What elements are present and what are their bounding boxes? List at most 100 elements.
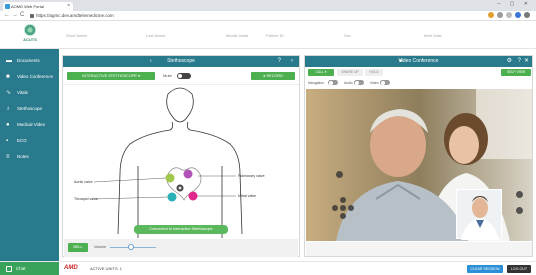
record-button[interactable]: ● RECORD [251,72,295,80]
sidebar-item-label: Video Conference [17,74,53,79]
aortic-valve-marker[interactable] [165,173,175,183]
sidebar-item-label: ECG [17,138,27,143]
extension-icon[interactable] [497,12,503,18]
doctor-thumbnail-svg [461,196,499,240]
tab-call[interactable]: CALL ▾ [308,69,334,76]
notes-icon: ≡ [6,154,10,160]
pan-left-icon[interactable] [332,205,338,211]
bell-button[interactable]: BELL [68,243,88,252]
back-icon[interactable]: ← [4,12,10,18]
lock-icon [30,14,34,18]
chat-icon [6,266,12,272]
help-icon[interactable]: ? [518,56,521,67]
audio-toggle[interactable] [354,80,364,85]
chat-button[interactable]: Chat [0,262,59,275]
navigation-toggle[interactable] [328,80,338,85]
sidebar-item-documents[interactable]: ▬ Documents [0,54,59,68]
header-field-sex: Sex [344,33,351,38]
stethoscope-title: Stethoscope [167,58,195,64]
video-toggles: Navigation Audio Video [308,80,428,87]
amd-logo: AMD [64,265,78,271]
app-header: ACUTS Short Name Last Name Middle Initia… [0,21,536,49]
record-label: RECORD [266,74,283,78]
menu-icon[interactable] [524,12,530,18]
video-header-icon: ■ [399,58,403,64]
sidebar-item-notes[interactable]: ≡ Notes [0,150,59,164]
tab-share-up[interactable]: SHARE UP [337,69,363,76]
sidebar-item-label: Stethoscope [17,106,43,111]
pulse-icon: ∿ [6,90,12,96]
url-input[interactable]: https://agmc.dev.amdtelemedicine.com [30,12,450,20]
self-view-button[interactable]: SELF VIEW [501,69,531,76]
stethoscope-panel-header: Stethoscope ♁ ? › [63,56,299,67]
sidebar-item-medical-video[interactable]: ● Medical Video [0,118,59,132]
logo-text: ACUTS [23,37,37,42]
sidebar-item-video-conference[interactable]: ■ Video Conference [0,70,59,84]
forward-icon[interactable]: → [12,12,18,18]
stethoscope-icon: ♁ [6,106,11,112]
sidebar-item-vitals[interactable]: ∿ Vitals [0,86,59,100]
app-logo: ACUTS [18,24,42,48]
pan-right-icon[interactable] [348,205,354,211]
profile-icon[interactable] [515,12,521,18]
pulmonary-valve-marker[interactable] [183,169,193,179]
window-controls[interactable]: – ▢ ✕ [498,1,532,7]
video-toggle[interactable] [380,80,390,85]
extension-icon[interactable] [506,12,512,18]
volume-icon[interactable] [516,207,523,214]
video-conference-panel: ■ Video Conference ⚙ ? ✕ CALL ▾ SHARE UP… [304,55,533,257]
star-icon[interactable] [488,12,494,18]
navigation-toggle-label: Navigation [308,81,325,85]
address-bar: ← → C https://agmc.dev.amdtelemedicine.c… [0,11,536,21]
interactive-stethoscope-button[interactable]: INTERACTIVE STETHOSCOPE ▾ [67,72,155,80]
browser-tabbar: AOMD Web Portal × – ▢ ✕ [0,0,536,11]
close-tab-icon[interactable]: × [67,2,70,11]
extension-icons [488,12,530,18]
ecg-icon: ▪ [6,138,9,144]
mute-label: Mute [163,73,172,78]
tab-call-label: CALL [315,70,324,74]
pan-home-icon[interactable] [340,205,346,211]
pan-up-icon[interactable] [340,197,346,203]
logout-button[interactable]: LOG OUT [507,265,531,273]
mute-toggle[interactable] [177,73,191,79]
tricuspid-valve-marker[interactable] [167,192,177,202]
volume-slider-handle[interactable] [128,244,134,250]
video-toolbar: CALL ▾ SHARE UP HOLD SELF VIEW [305,67,532,78]
aortic-valve-label: Aortic valve [74,180,93,184]
interactive-stethoscope-label: INTERACTIVE STETHOSCOPE [82,74,137,78]
mitral-valve-marker[interactable] [188,191,198,201]
zoom-out-icon[interactable] [516,191,523,198]
bottom-bar: Chat AMD ACTIVE UNITS: 1 CLEAR SESSION L… [0,261,536,275]
settings-icon[interactable]: ⚙ [507,56,512,67]
chevron-right-icon[interactable]: › [291,56,293,67]
stethoscope-panel: Stethoscope ♁ ? › INTERACTIVE STETHOSCOP… [62,55,300,257]
logo-mark-icon [24,24,36,36]
video-panel-title: Video Conference [398,58,439,64]
header-field-middle-initial: Middle Initial [226,33,249,38]
pan-down-icon[interactable] [340,213,346,219]
url-text: https://agmc.dev.amdtelemedicine.com [36,13,114,18]
pan-tilt-controls[interactable] [332,197,354,219]
body-diagram: Aortic valve Tricuspid valve Pulmonary v… [64,86,298,238]
mitral-valve-label: Mitral valve [238,194,257,198]
video-icon: ■ [6,74,10,80]
sidebar-item-stethoscope[interactable]: ♁ Stethoscope [0,102,59,116]
reload-icon[interactable]: C [20,12,24,18]
sidebar-item-label: Documents [17,58,40,63]
self-view-thumbnail[interactable] [456,189,502,240]
sidebar: ▬ Documents ■ Video Conference ∿ Vitals … [0,49,59,261]
connected-stethoscope-button[interactable]: Connected to Interactive Stethoscope [134,225,228,234]
clear-session-button[interactable]: CLEAR SESSION [467,265,503,273]
video-toggle-label: Video [370,81,379,85]
pulmonary-valve-label: Pulmonary valve [238,174,265,178]
tab-hold[interactable]: HOLD [365,69,383,76]
sidebar-item-ecg[interactable]: ▪ ECG [0,134,59,148]
zoom-in-icon[interactable] [336,171,343,178]
close-icon[interactable]: ✕ [524,56,529,67]
video-footer [306,242,532,256]
header-field-last-name: Last Name [146,33,166,38]
help-icon[interactable]: ? [278,56,281,67]
browser-tab[interactable]: AOMD Web Portal × [3,2,73,11]
favicon-icon [5,4,10,9]
